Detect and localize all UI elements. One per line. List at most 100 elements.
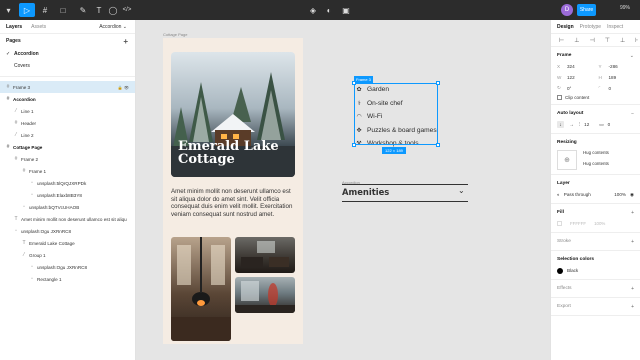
tab-assets[interactable]: Assets	[31, 24, 46, 30]
chevron-down-icon[interactable]: ⌄	[630, 53, 634, 59]
align-icon[interactable]: ⊥	[620, 37, 625, 44]
align-icon[interactable]: ⊢	[559, 37, 564, 44]
main-menu-icon[interactable]: ▾	[4, 3, 13, 17]
layer-row[interactable]: # Header	[0, 117, 135, 129]
layer-row[interactable]: ▫ unsplash:Ogu JXRnRC8	[0, 225, 135, 237]
layers-list: # Frame 3 🔒 👁 # Accordion ⁄ Line 1 # Header ⁄ Line…	[0, 81, 135, 285]
frame-field[interactable]: X 324	[557, 62, 593, 70]
blend-mode-select[interactable]: Pass through	[564, 192, 591, 197]
frame-field[interactable]: H 189	[599, 73, 635, 81]
layer-heading: Layer	[557, 181, 570, 186]
fill-opacity[interactable]: 100%	[594, 221, 605, 226]
field-value[interactable]: -286	[609, 64, 618, 69]
layer-row[interactable]: ▫ unsplash:Ogu JXRnRC8	[0, 261, 135, 273]
tab-prototype[interactable]: Prototype	[580, 24, 601, 30]
field-value[interactable]: 122	[567, 75, 575, 80]
direction-vertical-icon[interactable]: ↓	[557, 121, 564, 128]
interior-photo-living-room[interactable]	[235, 237, 295, 273]
gap-value[interactable]: 12	[584, 122, 589, 127]
frame-field[interactable]: ◜ 0	[599, 84, 635, 92]
add-effect-icon[interactable]: +	[631, 286, 634, 292]
field-value[interactable]: 0	[609, 86, 612, 91]
fill-swatch[interactable]	[557, 221, 562, 226]
resize-handle-sw[interactable]	[352, 143, 356, 147]
tab-design[interactable]: Design	[557, 24, 574, 30]
layer-row[interactable]: # Frame 3 🔒 👁	[0, 81, 135, 93]
color-swatch[interactable]	[557, 267, 563, 274]
align-icon[interactable]: ⊣	[589, 37, 594, 44]
hero-image[interactable]: Emerald Lake Cottage	[171, 52, 295, 177]
align-icon[interactable]: ⊦	[635, 37, 638, 44]
remove-auto-layout-icon[interactable]: −	[631, 111, 634, 117]
layer-row[interactable]: ▫ unsplash:Elaxb8B3Y8	[0, 189, 135, 201]
add-stroke-icon[interactable]: +	[631, 239, 634, 245]
cottage-page-frame[interactable]: Emerald Lake Cottage Amet minim mollit n…	[163, 38, 303, 344]
comment-tool-icon[interactable]: ◯	[108, 3, 118, 17]
layer-row[interactable]: ▫ unsplash:5lQrQJXRPDk	[0, 177, 135, 189]
layer-row[interactable]: ▫ unsplash:bQTVcUHAOB	[0, 201, 135, 213]
frame-field[interactable]: Y -286	[599, 62, 635, 70]
add-page-icon[interactable]: +	[123, 37, 128, 46]
vertical-resizing-select[interactable]: Hug contents	[583, 158, 609, 169]
add-export-icon[interactable]: +	[631, 304, 634, 310]
layer-row[interactable]: T Amet minim mollit non deserunt ullamco …	[0, 213, 135, 225]
field-value[interactable]: 324	[567, 64, 575, 69]
layer-row[interactable]: # Accordion	[0, 93, 135, 105]
layer-row[interactable]: ⁄ Line 2	[0, 129, 135, 141]
interior-photo-fireplace[interactable]	[171, 237, 231, 341]
accordion-title[interactable]: Amenities	[342, 187, 389, 197]
layer-row[interactable]: ▫ Rectangle 1	[0, 273, 135, 285]
resize-handle-nw[interactable]	[352, 81, 356, 85]
field-value[interactable]: 0°	[567, 86, 571, 91]
layer-row[interactable]: T Emerald Lake Cottage	[0, 237, 135, 249]
chevron-down-icon[interactable]: ⌄	[458, 186, 465, 195]
layer-row[interactable]: ⁄ Group 1	[0, 249, 135, 261]
tab-inspect[interactable]: Inspect	[607, 24, 623, 30]
padding-value[interactable]: 0	[608, 122, 611, 127]
fill-hex[interactable]: FFFFFF	[570, 221, 586, 226]
tab-layers[interactable]: Layers	[6, 24, 22, 30]
page-selector[interactable]: Accordion ⌄	[99, 24, 127, 30]
canvas[interactable]: Cottage Page Emerald Lake Cottage Amet m…	[136, 20, 632, 360]
share-button[interactable]: Share	[577, 4, 596, 16]
layer-row[interactable]: # Frame 1	[0, 165, 135, 177]
eye-icon[interactable]: ◉	[630, 192, 634, 198]
resize-handle-se[interactable]	[436, 143, 440, 147]
page-item[interactable]: ✓ Accordion	[0, 48, 135, 60]
zoom-level[interactable]: 99%	[620, 5, 630, 11]
lock-visibility-icons[interactable]: 🔒 👁	[118, 85, 129, 90]
clip-content-checkbox[interactable]: Clip content	[557, 95, 634, 100]
frame-field[interactable]: ↻ 0°	[557, 84, 593, 92]
add-fill-icon[interactable]: +	[631, 210, 634, 216]
body-text[interactable]: Amet minim mollit non deserunt ullamco e…	[171, 188, 295, 218]
horizontal-resizing-select[interactable]: Hug contents	[583, 147, 609, 158]
dev-mode-icon[interactable]: </>	[120, 3, 134, 17]
constraints-widget[interactable]: ⊕	[557, 150, 577, 170]
frame-field[interactable]: W 122	[557, 73, 593, 81]
frame-label[interactable]: Cottage Page	[163, 32, 187, 37]
layer-label: Frame 3	[13, 84, 31, 90]
layer-section: Layer ◐ Pass through 100% ◉	[551, 175, 640, 204]
align-icon[interactable]: ⊥	[574, 37, 579, 44]
interior-photo-bedroom[interactable]	[235, 277, 295, 313]
mask-icon[interactable]: ◐	[324, 3, 334, 17]
frame-tool-icon[interactable]: #	[40, 3, 50, 17]
boolean-icon[interactable]: ▣	[340, 3, 352, 17]
layer-row[interactable]: # Frame 2	[0, 153, 135, 165]
layer-row[interactable]: # Cottage Page	[0, 141, 135, 153]
field-value[interactable]: 189	[609, 75, 617, 80]
component-icon[interactable]: ◈	[308, 3, 318, 17]
resize-handle-ne[interactable]	[436, 81, 440, 85]
direction-horizontal-icon[interactable]: →	[568, 121, 575, 128]
layer-opacity[interactable]: 100%	[614, 192, 626, 197]
align-icon[interactable]: ⊤	[605, 37, 610, 44]
shape-tool-icon[interactable]: □	[58, 3, 68, 17]
layer-row[interactable]: ⁄ Line 1	[0, 105, 135, 117]
page-item[interactable]: Covers	[0, 60, 135, 72]
avatar[interactable]: D	[561, 4, 573, 16]
pen-tool-icon[interactable]: ✎	[78, 3, 88, 17]
selection-box[interactable]	[354, 83, 438, 145]
text-tool-icon[interactable]: T	[94, 3, 104, 17]
move-tool-icon[interactable]: ▷	[19, 3, 35, 17]
color-name[interactable]: Black	[567, 268, 578, 273]
